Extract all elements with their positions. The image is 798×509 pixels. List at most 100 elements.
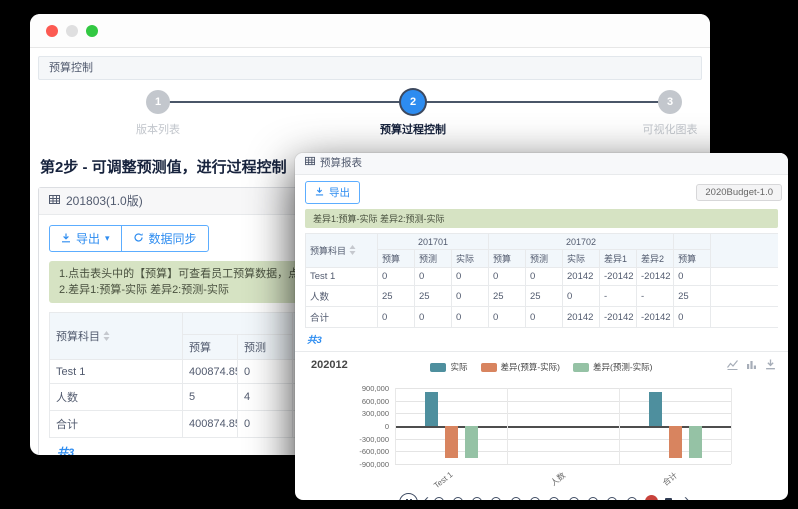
line-chart-icon[interactable]	[727, 359, 738, 370]
caret-down-icon: ▾	[105, 233, 110, 244]
minimize-window-button[interactable]	[66, 25, 78, 37]
column-header[interactable]: 实际	[563, 250, 600, 268]
data-cell: 0	[452, 268, 489, 286]
legend-swatch	[430, 363, 446, 372]
data-cell: 0	[489, 268, 526, 286]
subject-cell: Test 1	[50, 360, 183, 384]
vertical-gridline	[507, 388, 508, 464]
timeline-dot[interactable]	[491, 497, 501, 500]
month-group-header	[674, 234, 711, 250]
step-circle: 2	[401, 90, 425, 114]
zoom-window-button[interactable]	[86, 25, 98, 37]
month-group-header	[183, 313, 293, 335]
legend-label: 实际	[450, 361, 467, 373]
bar-差异(预测-实际)	[465, 426, 478, 458]
legend-label: 差异(预测-实际)	[593, 361, 653, 373]
data-cell: 0	[378, 268, 415, 286]
timeline-next-arrow[interactable]: ›	[684, 492, 689, 500]
export-dropdown-button[interactable]: 导出 ▾	[49, 225, 122, 252]
y-axis-tick-label: -300,000	[337, 435, 389, 444]
row-filler	[711, 286, 778, 307]
column-header[interactable]: 预算	[183, 335, 238, 360]
report-export-button[interactable]: 导出	[305, 181, 360, 204]
gridline	[395, 464, 731, 465]
step-heading-rest: - 可调整预测值，进行过程控制	[78, 159, 286, 176]
column-header[interactable]: 预测	[238, 335, 293, 360]
data-cell: -20142	[600, 268, 637, 286]
column-header[interactable]: 预算	[378, 250, 415, 268]
subject-column-header[interactable]: 预算科目	[50, 313, 183, 360]
row-filler	[711, 307, 778, 328]
data-cell: -20142	[637, 268, 674, 286]
timeline-dot[interactable]	[569, 497, 579, 500]
column-header[interactable]: 差异1	[600, 250, 637, 268]
subject-cell: 人数	[306, 286, 378, 307]
timeline-dot[interactable]	[472, 497, 482, 500]
timeline-dot[interactable]	[588, 497, 598, 500]
data-cell: 0	[415, 268, 452, 286]
subject-column-header[interactable]: 预算科目	[306, 234, 378, 268]
column-header[interactable]: 预测	[415, 250, 452, 268]
budget-version-select[interactable]: 2020Budget-1.0	[696, 184, 782, 201]
vertical-gridline	[395, 388, 396, 464]
step-1: 1版本列表	[88, 90, 228, 137]
legend-item[interactable]: 差异(预测-实际)	[573, 361, 653, 373]
download-icon	[315, 187, 324, 199]
data-cell: 0	[238, 360, 293, 384]
card-title: 201803(1.0版)	[66, 188, 143, 214]
data-cell: 20142	[563, 307, 600, 328]
data-cell: 0	[526, 307, 563, 328]
table-row: 合计0000020142-20142-201420	[306, 307, 779, 328]
timeline-prev-arrow[interactable]: ‹	[424, 492, 429, 500]
data-cell: 25	[489, 286, 526, 307]
timeline-dot[interactable]	[549, 497, 559, 500]
month-group-header: 201702	[489, 234, 674, 250]
column-header[interactable]: 差异2	[637, 250, 674, 268]
data-cell: -20142	[600, 307, 637, 328]
vertical-gridline	[619, 388, 620, 464]
close-window-button[interactable]	[46, 25, 58, 37]
bar-chart-icon[interactable]	[746, 359, 757, 370]
legend-item[interactable]: 实际	[430, 361, 467, 373]
timeline-summary-checkpoint[interactable]	[665, 498, 672, 500]
column-header[interactable]: 实际	[452, 250, 489, 268]
sort-icon[interactable]	[103, 331, 110, 344]
vertical-gridline	[731, 388, 732, 464]
data-cell: 0	[415, 307, 452, 328]
bar-差异(预算-实际)	[669, 426, 682, 458]
report-toolbar: 导出 2020Budget-1.0	[295, 175, 788, 209]
column-header[interactable]: 预算	[674, 250, 711, 268]
save-image-icon[interactable]	[765, 359, 776, 370]
data-sync-button[interactable]: 数据同步	[121, 225, 209, 252]
legend-label: 差异(预算-实际)	[501, 361, 561, 373]
header-filler	[711, 234, 778, 268]
chart-toolbox	[727, 359, 776, 370]
timeline-selected-dot[interactable]	[645, 495, 658, 500]
legend-item[interactable]: 差异(预算-实际)	[481, 361, 561, 373]
timeline-dot[interactable]	[434, 497, 444, 500]
timeline-play-pause-button[interactable]	[399, 493, 418, 500]
data-cell: 0	[489, 307, 526, 328]
data-cell: 4	[238, 384, 293, 411]
sort-icon[interactable]	[349, 245, 356, 257]
step-circle: 3	[658, 90, 682, 114]
timeline-dot[interactable]	[453, 497, 463, 500]
step-label: 可视化图表	[600, 121, 710, 137]
timeline-dot[interactable]	[511, 497, 521, 500]
timeline-dot[interactable]	[530, 497, 540, 500]
table-row: 人数2525025250--25	[306, 286, 779, 307]
data-cell: 25	[674, 286, 711, 307]
data-cell: 400874.85	[183, 360, 238, 384]
column-header[interactable]: 预算	[489, 250, 526, 268]
bar-实际	[425, 392, 438, 426]
group-header-row: 预算科目201701201702	[306, 234, 779, 250]
data-cell: 5	[183, 384, 238, 411]
timeline-dot[interactable]	[627, 497, 637, 500]
data-cell: 0	[452, 307, 489, 328]
column-header[interactable]: 预测	[526, 250, 563, 268]
data-cell: 0	[378, 307, 415, 328]
timeline-dot[interactable]	[607, 497, 617, 500]
row-filler	[711, 268, 778, 286]
gridline	[395, 388, 731, 389]
data-cell: 25	[526, 286, 563, 307]
